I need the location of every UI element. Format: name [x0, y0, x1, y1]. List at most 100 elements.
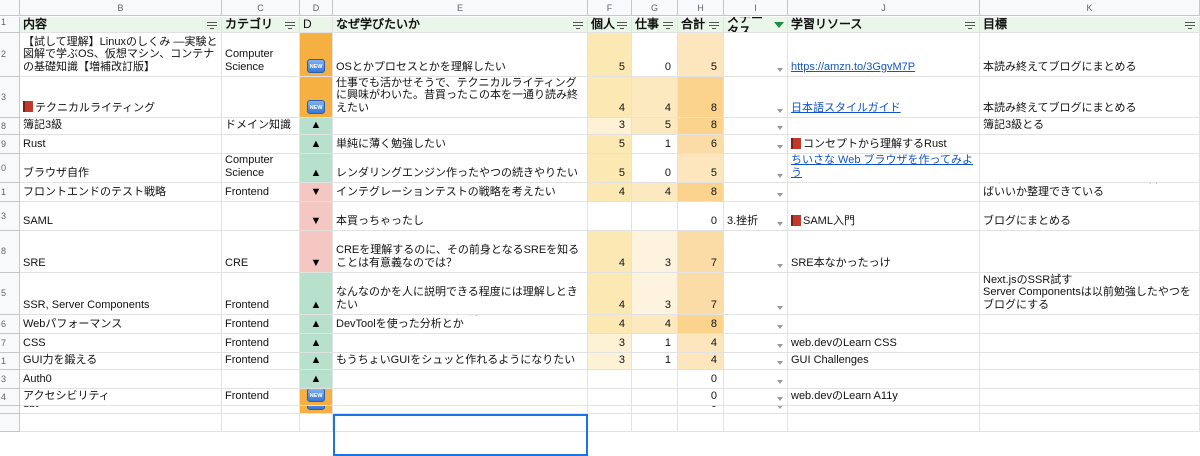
dropdown-arrow-icon[interactable]: [777, 222, 783, 226]
cell-work[interactable]: [632, 389, 678, 406]
cell-work[interactable]: 4: [632, 77, 678, 118]
cell-content[interactable]: dbt: [20, 406, 222, 414]
cell-why[interactable]: OSとかプロセスとかを理解したい: [333, 33, 588, 77]
cell-content[interactable]: [20, 414, 222, 432]
cell-resource[interactable]: コンセプトから理解するRust: [788, 135, 980, 154]
cell-resource[interactable]: 日本語スタイルガイド: [788, 77, 980, 118]
column-letter-e[interactable]: E: [333, 0, 588, 16]
dropdown-arrow-icon[interactable]: [777, 325, 783, 329]
cell-why[interactable]: とりあえずフロントエンド限定。 パフォーマンスを継続的に測定するしくみとか、De…: [333, 315, 588, 334]
filter-icon[interactable]: [284, 20, 296, 30]
cell-category[interactable]: Frontend: [222, 389, 300, 406]
row-number[interactable]: 3: [0, 202, 20, 231]
cell-status[interactable]: [724, 334, 788, 353]
cell-mark[interactable]: NEW: [300, 406, 333, 414]
cell-goal[interactable]: [980, 334, 1200, 353]
cell-content[interactable]: CSS: [20, 334, 222, 353]
cell-category[interactable]: [222, 370, 300, 389]
cell-content[interactable]: Webパフォーマンス: [20, 315, 222, 334]
cell-personal[interactable]: 4: [588, 273, 632, 315]
column-letter-h[interactable]: H: [678, 0, 724, 16]
cell-work[interactable]: [632, 202, 678, 231]
cell-content[interactable]: 【試して理解】Linuxのしくみ ―実験と図解で学ぶOS、仮想マシン、コンテナの…: [20, 33, 222, 77]
header-why[interactable]: なぜ学びたいか: [333, 17, 588, 33]
dropdown-arrow-icon[interactable]: [777, 68, 783, 72]
row-number[interactable]: 7: [0, 334, 20, 353]
cell-why[interactable]: [333, 334, 588, 353]
cell-content[interactable]: Rust: [20, 135, 222, 154]
cell-status[interactable]: [724, 118, 788, 135]
corner-select-all[interactable]: [0, 0, 20, 16]
cell-resource[interactable]: GUI Challenges: [788, 353, 980, 370]
cell-resource[interactable]: web.devのLearn A11y: [788, 389, 980, 406]
cell-work[interactable]: [632, 370, 678, 389]
cell-work[interactable]: 4: [632, 183, 678, 202]
cell-total[interactable]: 0: [678, 389, 724, 406]
cell-mark[interactable]: NEW: [300, 389, 333, 406]
cell-resource[interactable]: [788, 118, 980, 135]
cell-goal[interactable]: [980, 370, 1200, 389]
cell-personal[interactable]: 4: [588, 315, 632, 334]
dropdown-arrow-icon[interactable]: [777, 145, 783, 149]
cell-work[interactable]: 3: [632, 273, 678, 315]
cell-status[interactable]: [724, 154, 788, 183]
cell-resource[interactable]: [788, 370, 980, 389]
cell-goal[interactable]: [980, 406, 1200, 414]
cell-status[interactable]: [724, 414, 788, 432]
cell-mark[interactable]: NEW: [300, 33, 333, 77]
resource-link[interactable]: https://amzn.to/3GgvM7P: [791, 61, 915, 74]
cell-total[interactable]: 4: [678, 353, 724, 370]
cell-goal[interactable]: 本読み終えてブログにまとめる: [980, 77, 1200, 118]
cell-mark[interactable]: ▲: [300, 334, 333, 353]
cell-resource[interactable]: https://amzn.to/3GgvM7P: [788, 33, 980, 77]
cell-status[interactable]: [724, 389, 788, 406]
cell-mark[interactable]: ▲: [300, 154, 333, 183]
column-letter-j[interactable]: J: [788, 0, 980, 16]
cell-mark[interactable]: ▲: [300, 315, 333, 334]
cell-total[interactable]: 8: [678, 315, 724, 334]
cell-work[interactable]: 0: [632, 154, 678, 183]
dropdown-arrow-icon[interactable]: [777, 193, 783, 197]
cell-goal[interactable]: ブログにまとめる: [980, 202, 1200, 231]
row-number[interactable]: 1: [0, 183, 20, 202]
cell-category[interactable]: Computer Science: [222, 33, 300, 77]
cell-personal[interactable]: [588, 202, 632, 231]
header-total[interactable]: 合計: [678, 17, 724, 33]
row-number[interactable]: 3: [0, 77, 20, 118]
cell-content[interactable]: GUI力を鍛える: [20, 353, 222, 370]
cell-category[interactable]: Frontend: [222, 273, 300, 315]
dropdown-arrow-icon[interactable]: [777, 406, 783, 409]
column-letter-g[interactable]: G: [632, 0, 678, 16]
column-letter-k[interactable]: K: [980, 0, 1200, 16]
cell-category[interactable]: Frontend: [222, 183, 300, 202]
cell-content[interactable]: SSR, Server Components: [20, 273, 222, 315]
cell-total[interactable]: 0: [678, 406, 724, 414]
filter-icon[interactable]: [1184, 20, 1196, 30]
cell-status[interactable]: [724, 33, 788, 77]
header-category[interactable]: カテゴリ: [222, 17, 300, 33]
filter-icon[interactable]: [964, 20, 976, 30]
cell-goal[interactable]: [980, 389, 1200, 406]
cell-personal[interactable]: 5: [588, 135, 632, 154]
cell-personal[interactable]: 5: [588, 154, 632, 183]
filter-icon[interactable]: [662, 20, 674, 30]
cell-mark[interactable]: ▲: [300, 370, 333, 389]
cell-total[interactable]: 6: [678, 135, 724, 154]
cell-status[interactable]: [724, 406, 788, 414]
cell-status[interactable]: [724, 135, 788, 154]
cell-mark[interactable]: ▲: [300, 273, 333, 315]
cell-category[interactable]: Computer Science: [222, 154, 300, 183]
cell-work[interactable]: 1: [632, 353, 678, 370]
cell-work[interactable]: 3: [632, 231, 678, 273]
cell-goal[interactable]: なむさんの記事読んで自分もSSR実装する Next.jsのSSR試す Serve…: [980, 273, 1200, 315]
cell-personal[interactable]: 4: [588, 183, 632, 202]
header-content[interactable]: 内容: [20, 17, 222, 33]
cell-resource[interactable]: SRE本なかったっけ: [788, 231, 980, 273]
cell-work[interactable]: 4: [632, 315, 678, 334]
cell-resource[interactable]: [788, 183, 980, 202]
cell-personal[interactable]: [588, 414, 632, 432]
cell-category[interactable]: CRE: [222, 231, 300, 273]
resource-link[interactable]: 日本語スタイルガイド: [791, 102, 901, 115]
cell-why[interactable]: なんなのかを人に説明できる程度には理解しときたい: [333, 273, 588, 315]
row-number[interactable]: 9: [0, 135, 20, 154]
